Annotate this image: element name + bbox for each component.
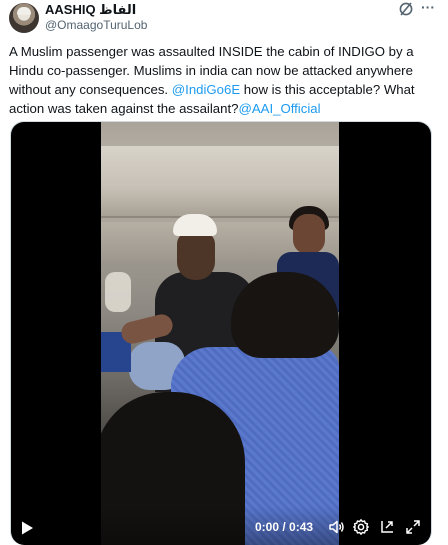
fullscreen-icon[interactable] xyxy=(404,518,422,536)
video-attendant-face xyxy=(293,214,325,254)
grok-icon[interactable] xyxy=(398,1,414,17)
video-player[interactable]: 0:00 / 0:43 xyxy=(10,121,432,545)
mention-indigo-link[interactable]: @IndiGo6E xyxy=(172,82,240,97)
author-handle[interactable]: @OmaagoTuruLob xyxy=(45,18,147,32)
video-time: 0:00 / 0:43 xyxy=(255,520,314,534)
video-man-face xyxy=(177,232,215,280)
more-icon[interactable]: ··· xyxy=(419,0,437,17)
mention-aai-link[interactable]: @AAI_Official xyxy=(238,101,320,116)
avatar[interactable] xyxy=(9,3,39,33)
picture-in-picture-icon[interactable] xyxy=(378,518,396,536)
tweet: AASHIQ الفاظ @OmaagoTuruLob ··· A Muslim… xyxy=(0,0,448,545)
video-man-cap xyxy=(173,214,217,236)
volume-icon[interactable] xyxy=(327,518,345,536)
author-display-name[interactable]: AASHIQ الفاظ xyxy=(45,2,136,18)
play-icon[interactable] xyxy=(19,520,35,536)
video-window xyxy=(105,272,131,312)
settings-icon[interactable] xyxy=(352,518,370,536)
video-foreground-head xyxy=(231,272,339,358)
tweet-text: A Muslim passenger was assaulted INSIDE … xyxy=(9,42,439,118)
video-controls: 0:00 / 0:43 xyxy=(11,506,431,545)
video-frame[interactable] xyxy=(101,122,339,545)
